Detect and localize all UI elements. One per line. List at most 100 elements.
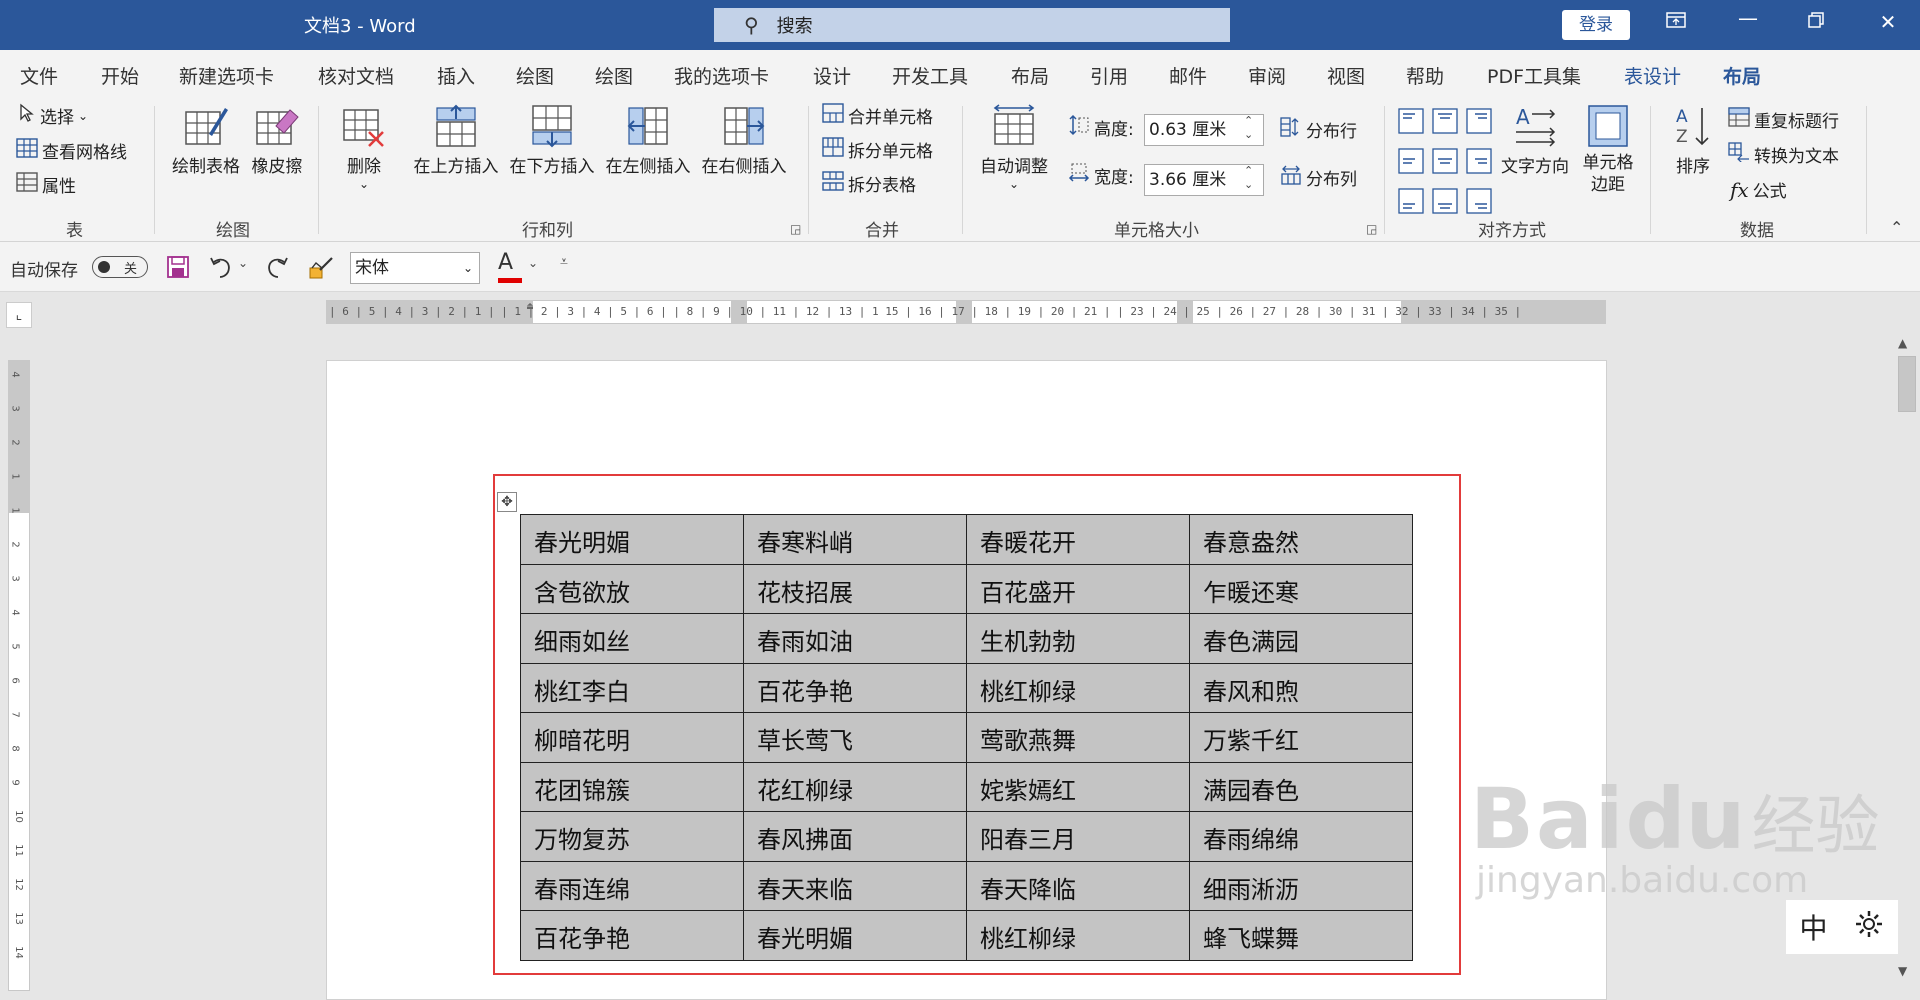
login-button[interactable]: 登录 bbox=[1562, 10, 1630, 40]
vertical-scrollbar[interactable]: ▲ ▼ bbox=[1894, 334, 1920, 991]
font-color-icon[interactable]: A bbox=[498, 250, 513, 275]
table-cell[interactable]: 阳春三月 bbox=[966, 811, 1190, 862]
sort-button[interactable]: AZ 排序 bbox=[1666, 104, 1720, 177]
table-cell[interactable]: 花枝招展 bbox=[743, 563, 967, 614]
table-cell[interactable]: 满园春色 bbox=[1189, 761, 1413, 812]
table-cell[interactable]: 柳暗花明 bbox=[520, 712, 744, 763]
table-cell[interactable]: 百花争艳 bbox=[743, 662, 967, 713]
font-color-dropdown-icon[interactable]: ⌄ bbox=[528, 256, 538, 270]
tab-mailings[interactable]: 邮件 bbox=[1169, 62, 1207, 89]
tab-pdf-tools[interactable]: PDF工具集 bbox=[1487, 62, 1581, 89]
table-cell[interactable]: 桃红李白 bbox=[520, 662, 744, 713]
distribute-rows-button[interactable]: 分布行 bbox=[1280, 116, 1357, 143]
save-icon[interactable] bbox=[166, 254, 190, 284]
vertical-ruler[interactable]: 4 3 2 1 1 2 3 4 5 6 7 8 9 10 11 12 13 14 bbox=[8, 360, 30, 991]
repeat-header-rows-button[interactable]: 重复标题行 bbox=[1728, 107, 1839, 132]
tab-new-tab[interactable]: 新建选项卡 bbox=[179, 62, 274, 89]
format-painter-icon[interactable] bbox=[308, 254, 336, 284]
table-cell[interactable]: 春光明媚 bbox=[743, 910, 967, 961]
table-cell[interactable]: 春寒料峭 bbox=[743, 514, 967, 565]
table-cell[interactable]: 桃红柳绿 bbox=[966, 910, 1190, 961]
align-top-center-icon[interactable] bbox=[1432, 108, 1466, 138]
table-cell[interactable]: 春风和煦 bbox=[1189, 662, 1413, 713]
table-cell[interactable]: 生机勃勃 bbox=[966, 613, 1190, 664]
customize-qat-icon[interactable]: ⩡ bbox=[560, 254, 568, 270]
tab-table-design[interactable]: 表设计 bbox=[1624, 62, 1681, 89]
undo-icon[interactable] bbox=[208, 254, 234, 284]
table-cell[interactable]: 蜂飞蝶舞 bbox=[1189, 910, 1413, 961]
table-cell[interactable]: 万紫千红 bbox=[1189, 712, 1413, 763]
align-bottom-right-icon[interactable] bbox=[1466, 188, 1500, 218]
table-cell[interactable]: 春光明媚 bbox=[520, 514, 744, 565]
tab-view[interactable]: 视图 bbox=[1327, 62, 1365, 89]
table-cell[interactable]: 百花盛开 bbox=[966, 563, 1190, 614]
table-cell[interactable]: 桃红柳绿 bbox=[966, 662, 1190, 713]
autosave-toggle[interactable]: 关 bbox=[92, 256, 148, 278]
autofit-button[interactable]: 自动调整 ⌄ bbox=[974, 104, 1054, 191]
merge-cells-button[interactable]: 合并单元格 bbox=[822, 103, 933, 128]
draw-table-button[interactable]: 绘制表格 bbox=[168, 104, 244, 177]
view-gridlines-button[interactable]: 查看网格线 bbox=[16, 138, 127, 163]
font-name-select[interactable]: 宋体 ⌄ bbox=[350, 252, 480, 284]
redo-icon[interactable] bbox=[264, 254, 290, 284]
cell-margins-button[interactable]: 单元格 边距 bbox=[1578, 104, 1638, 196]
align-middle-center-icon[interactable] bbox=[1432, 148, 1466, 178]
minimize-button[interactable]: — bbox=[1728, 6, 1768, 30]
dialog-launcher-icon[interactable]: ◲ bbox=[790, 222, 801, 236]
height-spinner[interactable]: ⌃ ⌄ bbox=[1244, 114, 1253, 142]
table-cell[interactable]: 春天降临 bbox=[966, 860, 1190, 911]
scrollbar-thumb[interactable] bbox=[1898, 356, 1916, 412]
insert-below-button[interactable]: 在下方插入 bbox=[506, 104, 598, 177]
table-move-handle-icon[interactable]: ✥ bbox=[497, 492, 517, 512]
tab-table-layout[interactable]: 布局 bbox=[1723, 62, 1761, 89]
tab-references[interactable]: 引用 bbox=[1090, 62, 1128, 89]
tab-help[interactable]: 帮助 bbox=[1406, 62, 1444, 89]
split-table-button[interactable]: 拆分表格 bbox=[822, 171, 916, 196]
tab-home[interactable]: 开始 bbox=[101, 62, 139, 89]
text-direction-button[interactable]: A 文字方向 bbox=[1498, 104, 1572, 177]
insert-left-button[interactable]: 在左侧插入 bbox=[602, 104, 694, 177]
table-cell[interactable]: 春暖花开 bbox=[966, 514, 1190, 565]
tab-insert[interactable]: 插入 bbox=[437, 62, 475, 89]
insert-right-button[interactable]: 在右侧插入 bbox=[698, 104, 790, 177]
ribbon-display-icon[interactable] bbox=[1656, 10, 1696, 34]
tab-review-doc[interactable]: 核对文档 bbox=[318, 62, 394, 89]
table-cell[interactable]: 花红柳绿 bbox=[743, 761, 967, 812]
delete-button[interactable]: 删除 ⌄ bbox=[336, 104, 392, 191]
table-cell[interactable]: 姹紫嫣红 bbox=[966, 761, 1190, 812]
insert-above-button[interactable]: 在上方插入 bbox=[410, 104, 502, 177]
table-cell[interactable]: 百花争艳 bbox=[520, 910, 744, 961]
scroll-up-icon[interactable]: ▲ bbox=[1898, 336, 1907, 350]
table-cell[interactable]: 细雨如丝 bbox=[520, 613, 744, 664]
tab-draw-2[interactable]: 绘图 bbox=[595, 62, 633, 89]
convert-to-text-button[interactable]: 转换为文本 bbox=[1728, 142, 1839, 167]
table-cell[interactable]: 万物复苏 bbox=[520, 811, 744, 862]
restore-icon[interactable] bbox=[1796, 10, 1836, 34]
align-top-left-icon[interactable] bbox=[1398, 108, 1432, 138]
tab-design[interactable]: 设计 bbox=[813, 62, 851, 89]
distribute-cols-button[interactable]: 分布列 bbox=[1280, 164, 1357, 191]
table-cell[interactable]: 草长莺飞 bbox=[743, 712, 967, 763]
tab-selector-icon[interactable]: ⌞ bbox=[6, 302, 32, 328]
table-cell[interactable]: 乍暖还寒 bbox=[1189, 563, 1413, 614]
split-cells-button[interactable]: 拆分单元格 bbox=[822, 137, 933, 162]
table-cell[interactable]: 含苞欲放 bbox=[520, 563, 744, 614]
width-spinner[interactable]: ⌃ ⌄ bbox=[1244, 164, 1253, 192]
tab-review[interactable]: 审阅 bbox=[1248, 62, 1286, 89]
table-cell[interactable]: 细雨淅沥 bbox=[1189, 860, 1413, 911]
tab-developer[interactable]: 开发工具 bbox=[892, 62, 968, 89]
table-cell[interactable]: 莺歌燕舞 bbox=[966, 712, 1190, 763]
close-button[interactable]: ✕ bbox=[1868, 10, 1908, 34]
table-cell[interactable]: 花团锦簇 bbox=[520, 761, 744, 812]
table-cell[interactable]: 春色满园 bbox=[1189, 613, 1413, 664]
scroll-down-icon[interactable]: ▼ bbox=[1898, 964, 1907, 978]
ime-indicator[interactable]: 中 bbox=[1786, 900, 1898, 954]
tab-draw-1[interactable]: 绘图 bbox=[516, 62, 554, 89]
align-middle-left-icon[interactable] bbox=[1398, 148, 1432, 178]
table-cell[interactable]: 春雨连绵 bbox=[520, 860, 744, 911]
indent-marker-icon[interactable]: ⏏ bbox=[527, 301, 533, 312]
align-bottom-center-icon[interactable] bbox=[1432, 188, 1466, 218]
table-cell[interactable]: 春意盎然 bbox=[1189, 514, 1413, 565]
table-cell[interactable]: 春风拂面 bbox=[743, 811, 967, 862]
table-cell[interactable]: 春雨如油 bbox=[743, 613, 967, 664]
